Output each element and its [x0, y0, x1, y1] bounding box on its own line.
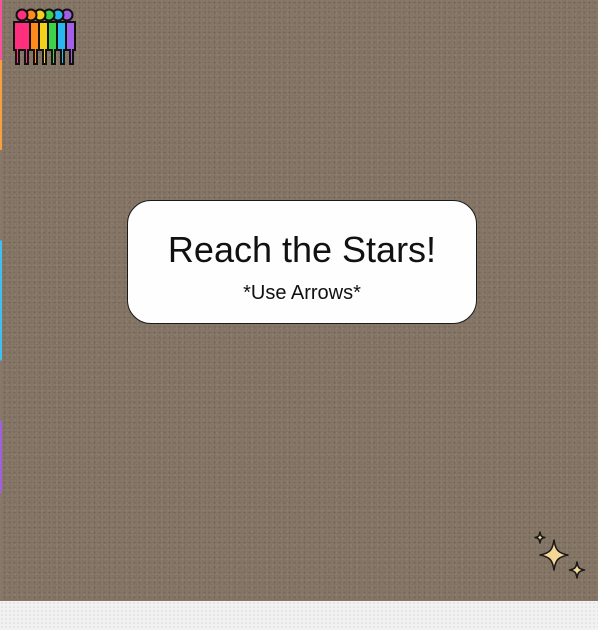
- title-panel: Reach the Stars! *Use Arrows*: [127, 200, 477, 324]
- sparkle-stars-icon[interactable]: [530, 530, 592, 586]
- game-title: Reach the Stars!: [167, 229, 437, 270]
- bottom-bar: [0, 601, 598, 630]
- controls-hint: *Use Arrows*: [243, 282, 361, 304]
- game-canvas[interactable]: Reach the Stars! *Use Arrows*: [2, 0, 598, 601]
- rainbow-people-icon: [13, 8, 76, 65]
